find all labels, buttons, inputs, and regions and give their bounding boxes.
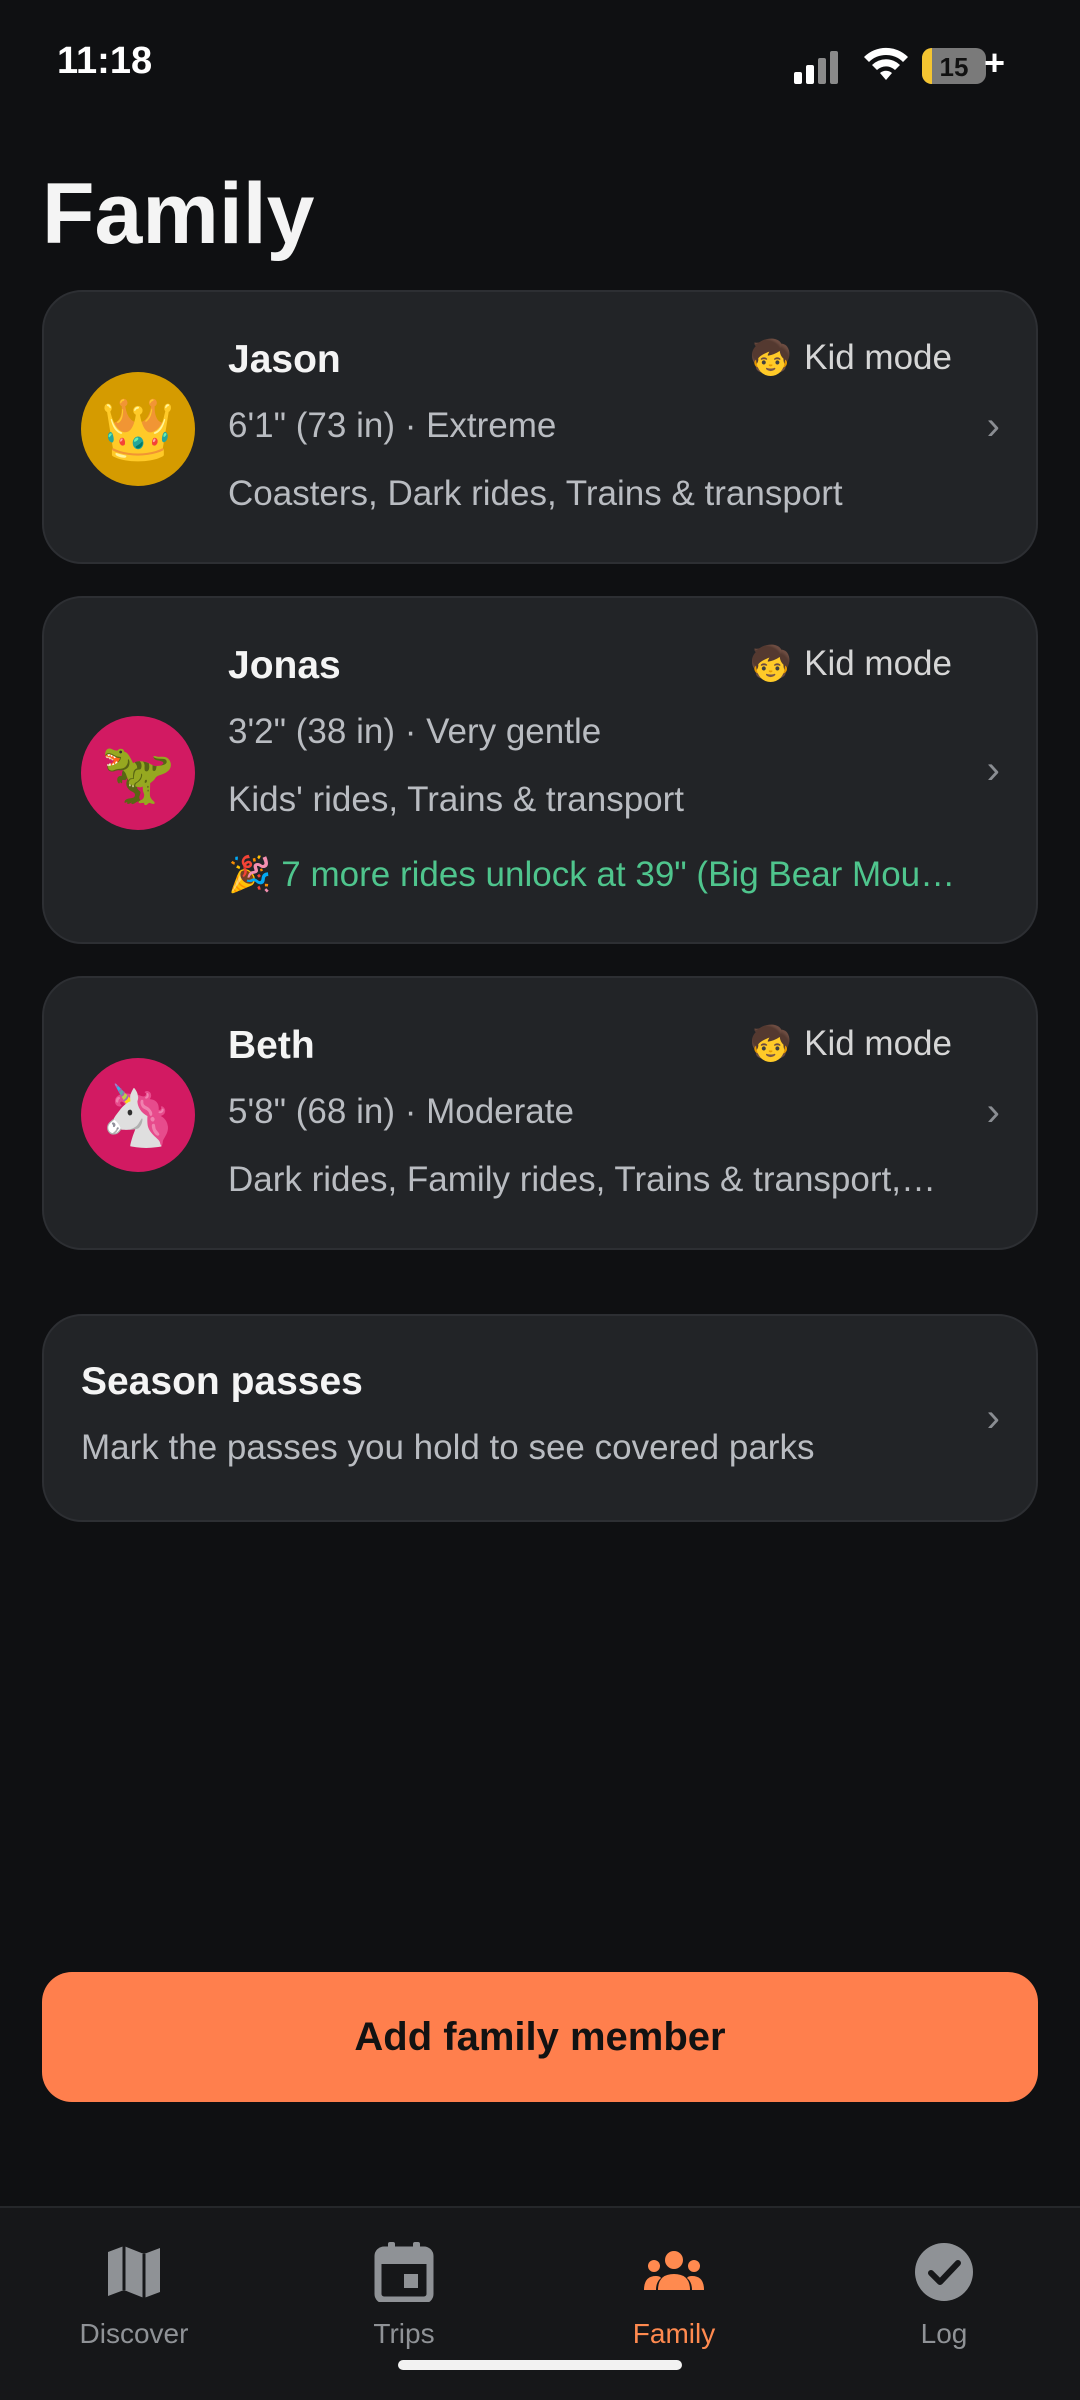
signal-icon [794, 51, 838, 84]
height-intensity: 6'1" (73 in) · Extreme [228, 406, 557, 445]
season-passes-title: Season passes [81, 1360, 363, 1403]
height-intensity: 5'8" (68 in) · Moderate [228, 1092, 574, 1131]
tab-label: Trips [373, 2318, 435, 2349]
home-indicator [398, 2360, 682, 2370]
kid-mode-label: Kid mode [804, 1024, 952, 1063]
member-name: Jason [228, 338, 341, 381]
season-passes-subtitle: Mark the passes you hold to see covered … [81, 1428, 815, 1467]
tab-label: Discover [79, 2318, 189, 2349]
group-icon [644, 2251, 704, 2290]
ride-unlock-note: 🎉 7 more rides unlock at 39" (Big Bear M… [228, 855, 956, 894]
tab-bar: Discover Trips Family Log [0, 2206, 1080, 2400]
chevron-right-icon: › [986, 404, 1000, 448]
height-intensity: 3'2" (38 in) · Very gentle [228, 712, 602, 751]
map-icon [108, 2246, 160, 2298]
tab-label: Log [920, 2318, 968, 2349]
tab-family[interactable]: Family [564, 2228, 784, 2358]
calendar-icon [374, 2242, 434, 2302]
child-icon: 🧒 [749, 1025, 793, 1063]
member-name: Beth [228, 1024, 315, 1067]
chevron-right-icon: › [986, 1090, 1000, 1134]
avatar: 🦄 [81, 1058, 195, 1172]
ride-interests: Kids' rides, Trains & transport [228, 780, 685, 819]
tab-label: Family [632, 2318, 716, 2349]
member-card-jonas[interactable]: 🦖 Jonas 🧒 Kid mode 3'2" (38 in) · Very g… [42, 596, 1038, 944]
tab-discover[interactable]: Discover [24, 2228, 244, 2358]
status-bar: 11:18 15 + [0, 0, 1080, 130]
avatar: 🦖 [81, 716, 195, 830]
member-card-beth[interactable]: 🦄 Beth 🧒 Kid mode 5'8" (68 in) · Moderat… [42, 976, 1038, 1250]
kid-mode-badge: 🧒 Kid mode [750, 644, 952, 684]
child-icon: 🧒 [749, 339, 793, 377]
check-circle-icon [915, 2243, 973, 2301]
status-time: 11:18 [57, 40, 153, 82]
kid-mode-badge: 🧒 Kid mode [750, 338, 952, 378]
season-passes-card[interactable]: Season passes Mark the passes you hold t… [42, 1314, 1038, 1522]
kid-mode-label: Kid mode [804, 338, 952, 377]
add-family-member-button[interactable]: Add family member [42, 1972, 1038, 2102]
unicorn-icon: 🦄 [100, 1081, 176, 1149]
member-card-jason[interactable]: 👑 Jason 🧒 Kid mode 6'1" (73 in) · Extrem… [42, 290, 1038, 564]
battery-percent: 15 [939, 52, 969, 82]
avatar: 👑 [81, 372, 195, 486]
tab-trips[interactable]: Trips [294, 2228, 514, 2358]
chevron-right-icon: › [986, 1396, 1000, 1440]
battery-icon: 15 [922, 48, 986, 84]
ride-interests: Coasters, Dark rides, Trains & transport [228, 474, 843, 513]
wifi-icon [864, 47, 908, 80]
page-title: Family [42, 166, 315, 262]
t-rex-icon: 🦖 [100, 739, 176, 807]
chevron-right-icon: › [986, 748, 1000, 792]
tab-log[interactable]: Log [834, 2228, 1054, 2358]
charging-icon: + [984, 42, 1006, 83]
kid-mode-badge: 🧒 Kid mode [750, 1024, 952, 1064]
kid-mode-label: Kid mode [804, 644, 952, 683]
child-icon: 🧒 [749, 645, 793, 683]
family-screen: 11:18 15 + Family 👑 Jason 🧒 Kid mode 6'1… [0, 0, 1080, 2400]
crown-icon: 👑 [100, 395, 176, 463]
member-name: Jonas [228, 644, 341, 687]
ride-interests: Dark rides, Family rides, Trains & trans… [228, 1160, 936, 1199]
